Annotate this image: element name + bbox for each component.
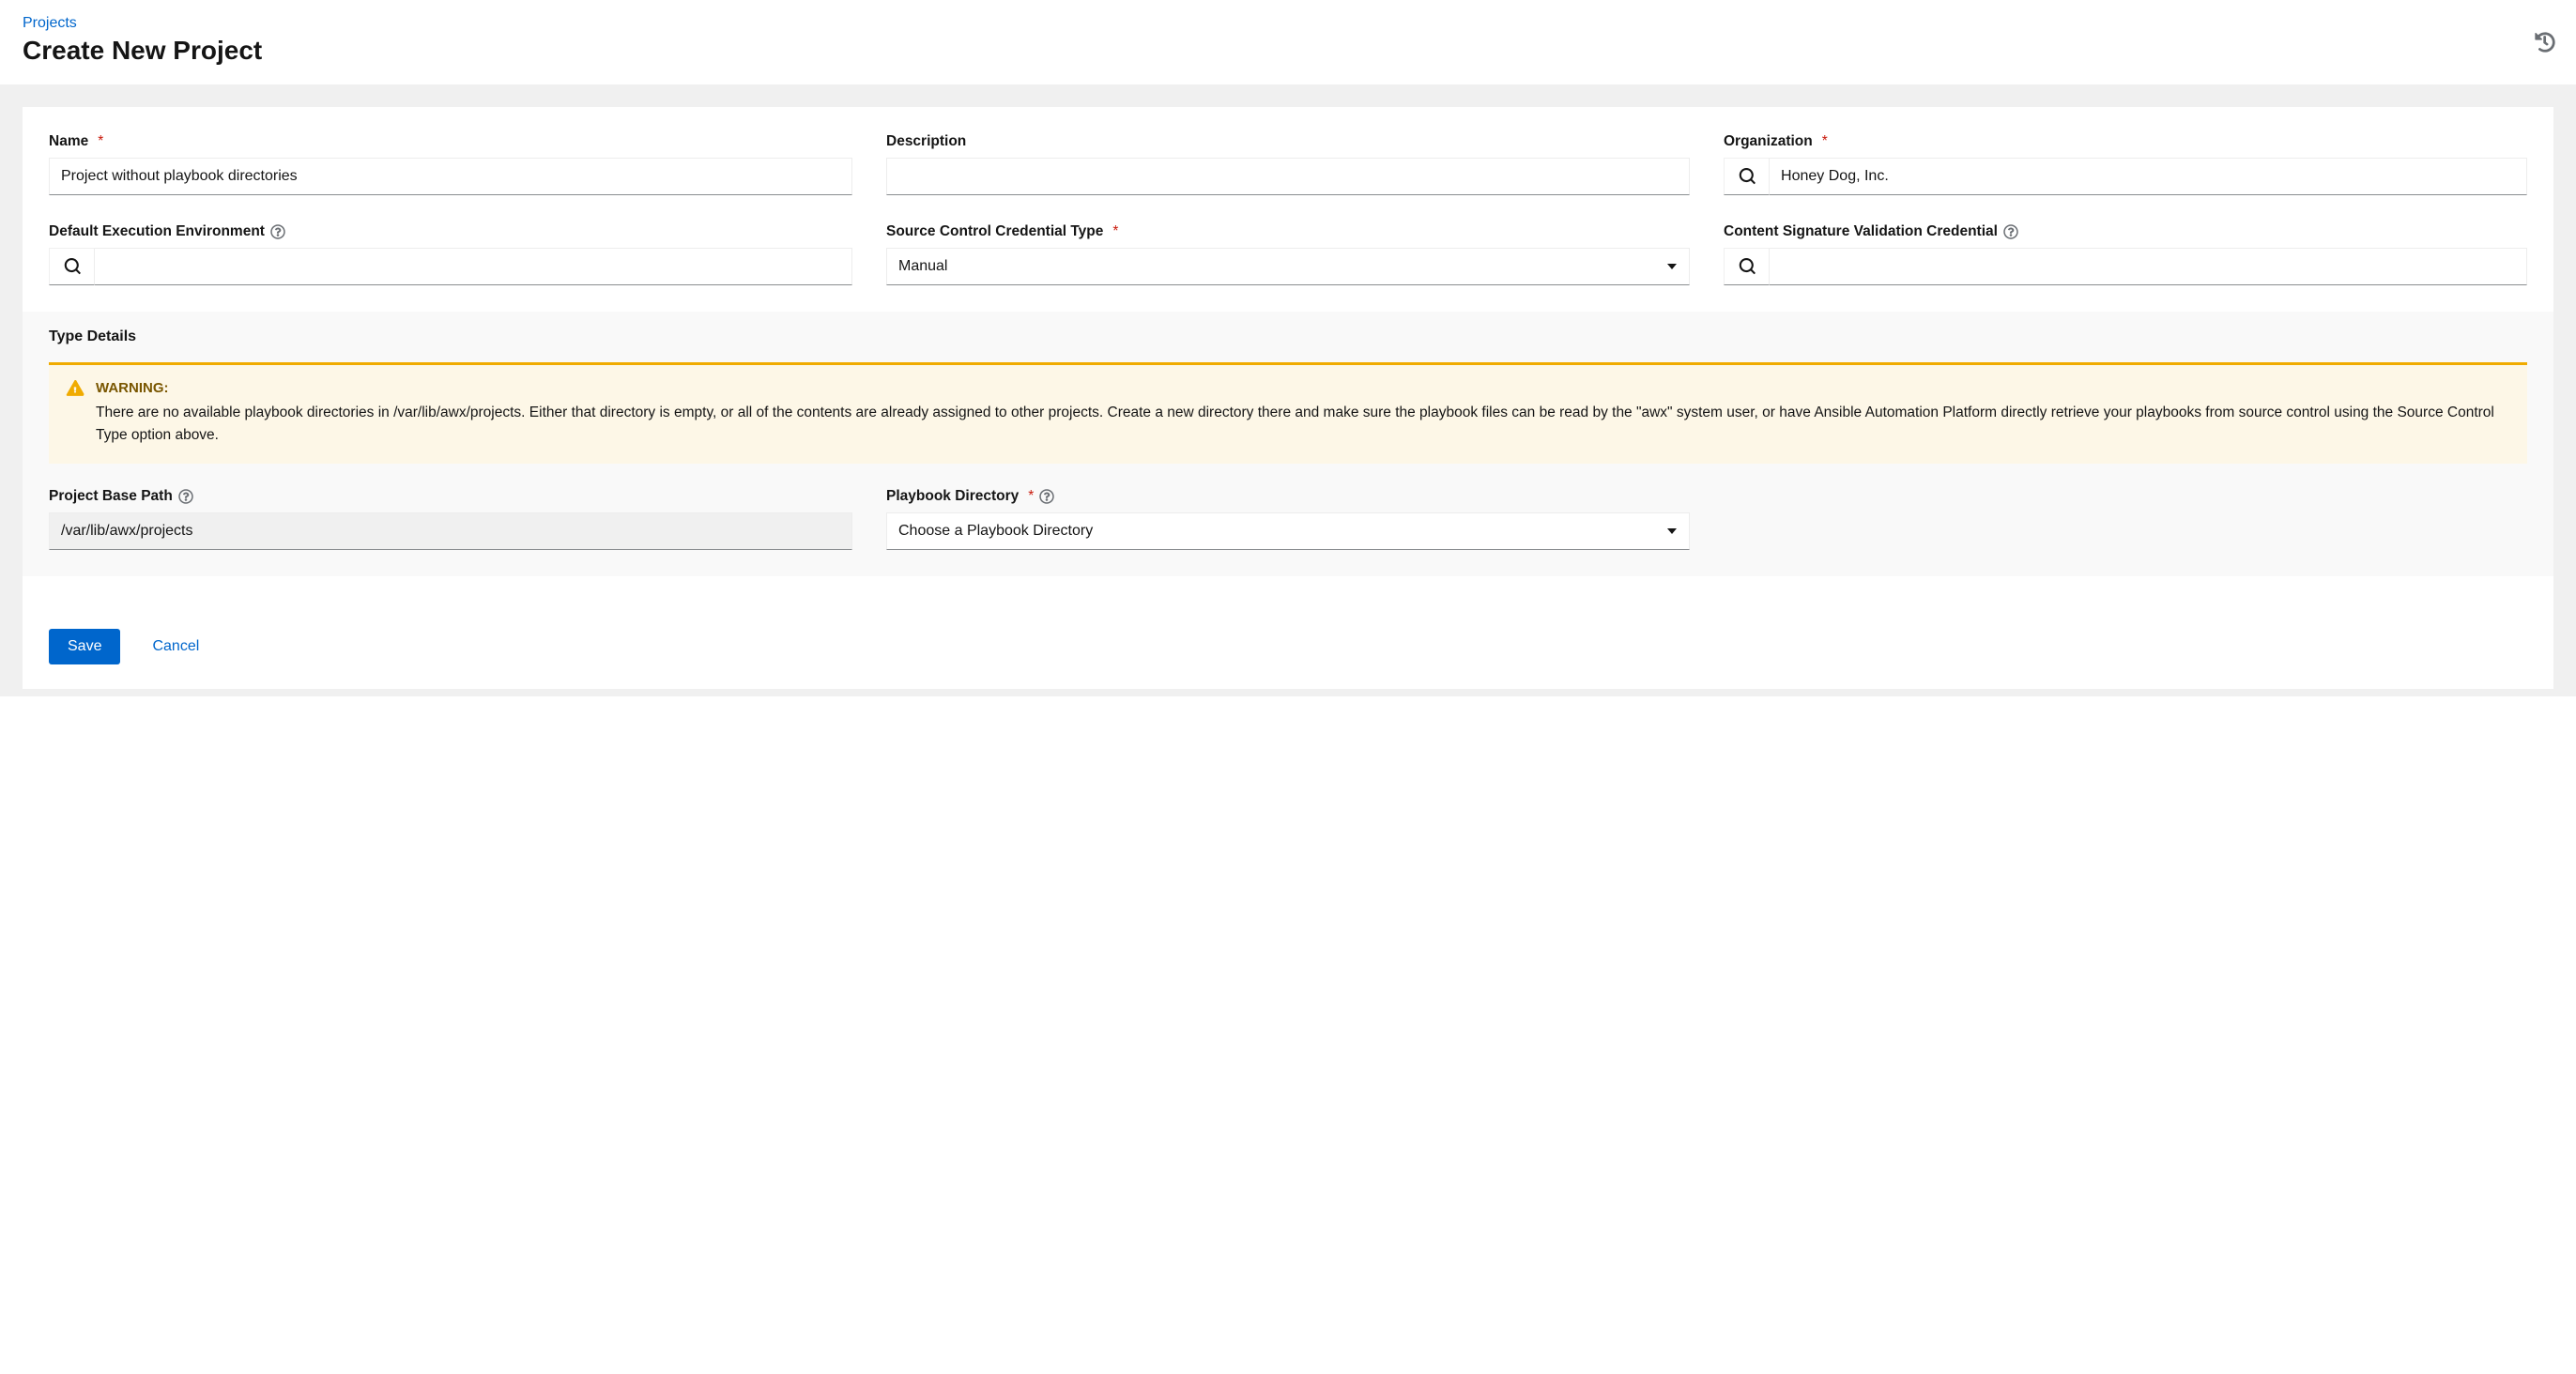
base-path-input [49, 512, 852, 550]
type-details-title: Type Details [49, 328, 2527, 345]
field-content-sig-cred: Content Signature Validation Credential [1724, 223, 2527, 285]
scm-cred-type-label: Source Control Credential Type [886, 223, 1103, 240]
organization-label: Organization [1724, 133, 1813, 150]
field-name: Name * [49, 133, 852, 195]
cancel-button[interactable]: Cancel [152, 638, 199, 655]
scm-cred-type-select[interactable] [886, 248, 1690, 285]
help-icon[interactable] [1039, 489, 1054, 504]
content-sig-cred-lookup-button[interactable] [1724, 248, 1770, 285]
search-icon [1739, 168, 1756, 185]
warning-text: There are no available playbook director… [96, 402, 2510, 447]
page-title: Create New Project [23, 36, 2553, 66]
required-star: * [1028, 488, 1034, 505]
warning-title: WARNING: [96, 380, 2510, 396]
form-actions: Save Cancel [23, 576, 2553, 689]
base-path-label: Project Base Path [49, 488, 173, 505]
type-details-section: Type Details WARNING: There are no avail… [23, 312, 2553, 576]
description-input[interactable] [886, 158, 1690, 195]
save-button[interactable]: Save [49, 629, 120, 664]
required-star: * [1822, 133, 1828, 150]
warning-alert: WARNING: There are no available playbook… [49, 362, 2527, 464]
name-label: Name [49, 133, 88, 150]
required-star: * [1112, 223, 1118, 240]
help-icon[interactable] [2003, 224, 2018, 239]
default-ee-lookup-button[interactable] [49, 248, 95, 285]
content-wrap: Name* Description Organi [0, 84, 2576, 696]
form-card: Name* Description Organi [23, 107, 2553, 689]
history-icon[interactable] [2535, 32, 2555, 53]
main-form-section: Name* Description Organi [23, 107, 2553, 312]
help-icon[interactable] [270, 224, 285, 239]
playbook-dir-select[interactable] [886, 512, 1690, 550]
help-icon[interactable] [178, 489, 193, 504]
page-header: Projects Create New Project [0, 0, 2576, 84]
field-description: Description [886, 133, 1690, 195]
field-scm-cred-type: Source Control Credential Type * [886, 223, 1690, 285]
search-icon [64, 258, 81, 275]
search-icon [1739, 258, 1756, 275]
field-default-ee: Default Execution Environment [49, 223, 852, 285]
field-playbook-dir: Playbook Directory * [886, 488, 1690, 550]
name-input[interactable] [49, 158, 852, 195]
content-sig-cred-input[interactable] [1770, 248, 2527, 285]
required-star: * [98, 133, 103, 150]
default-ee-label: Default Execution Environment [49, 223, 265, 240]
breadcrumb-projects[interactable]: Projects [23, 15, 77, 31]
field-base-path: Project Base Path [49, 488, 852, 550]
field-organization: Organization * [1724, 133, 2527, 195]
playbook-dir-label: Playbook Directory [886, 488, 1019, 505]
description-label: Description [886, 133, 966, 150]
organization-lookup-button[interactable] [1724, 158, 1770, 195]
organization-input[interactable] [1770, 158, 2527, 195]
warning-icon [66, 380, 84, 399]
default-ee-input[interactable] [95, 248, 852, 285]
content-sig-cred-label: Content Signature Validation Credential [1724, 223, 1998, 240]
